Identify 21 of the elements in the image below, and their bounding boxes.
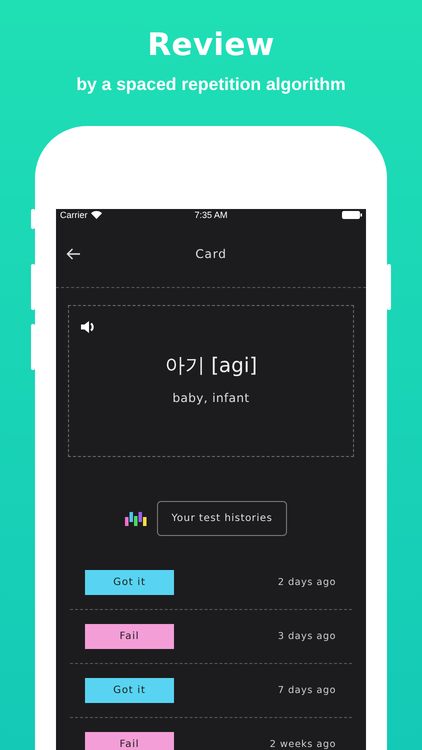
result-tag: Got it xyxy=(85,678,174,703)
battery-icon xyxy=(342,211,362,219)
result-tag: Fail xyxy=(85,732,174,750)
result-tag: Got it xyxy=(85,570,174,595)
back-button[interactable] xyxy=(66,248,81,260)
history-time: 7 days ago xyxy=(278,684,336,698)
tooltip-text: Your test histories xyxy=(172,513,272,524)
carrier-label: Carrier xyxy=(60,210,88,220)
wifi-icon xyxy=(90,211,102,219)
headline: Review xyxy=(147,26,275,64)
card-word: 아기 [agi] xyxy=(164,352,258,378)
card-meaning: baby, infant xyxy=(172,391,250,405)
status-time: 7:35 AM xyxy=(194,210,228,220)
history-time: 2 days ago xyxy=(278,576,336,590)
back-arrow-icon xyxy=(66,248,81,260)
history-time: 3 days ago xyxy=(278,630,336,644)
screen-title: Card xyxy=(195,247,227,261)
subheadline: by a spaced repetition algorithm xyxy=(76,73,346,96)
result-tag: Fail xyxy=(85,624,174,649)
history-time: 2 weeks ago xyxy=(270,738,336,750)
bar-chart-icon xyxy=(124,512,147,526)
